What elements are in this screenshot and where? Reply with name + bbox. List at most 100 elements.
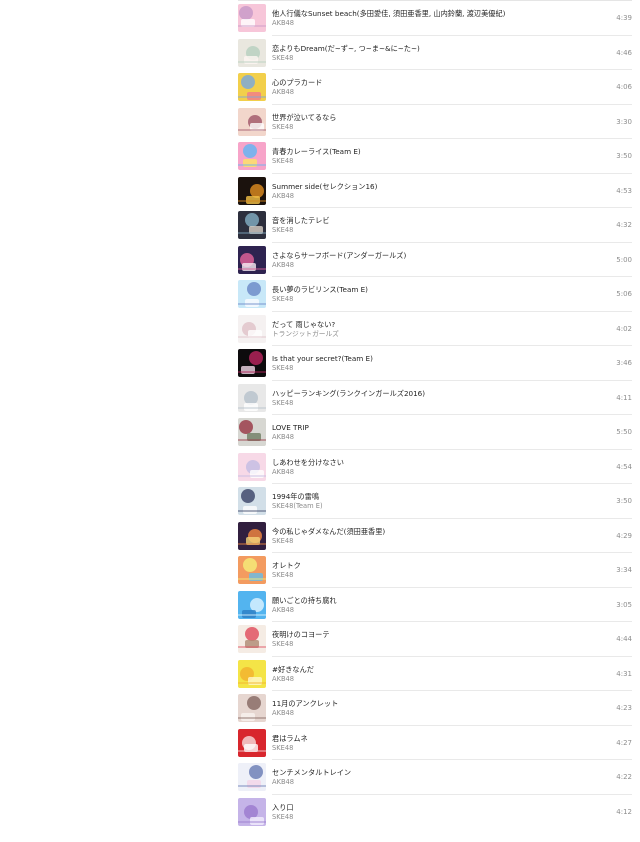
track-row[interactable]: 恋よりもDream(だ~ず~, つ~ま~&に~た~) SKE48 4:46 xyxy=(0,36,640,71)
track-title: ハッピーランキング(ランクインガールズ2016) xyxy=(272,388,426,398)
track-row[interactable]: 1994年の雷鳴 SKE48(Team E) 3:50 xyxy=(0,484,640,519)
track-duration: 4:22 xyxy=(616,773,632,781)
album-art-thumbnail xyxy=(238,418,266,446)
track-duration: 4:32 xyxy=(616,221,632,229)
track-title: 君はラムネ xyxy=(272,733,308,743)
track-row[interactable]: だって 雨じゃない? トランジットガールズ 4:02 xyxy=(0,312,640,347)
track-artist: SKE48 xyxy=(272,295,294,303)
track-title: 他人行儀なSunset beach(多田愛佳, 須田亜香里, 山内鈴蘭, 渡辺美… xyxy=(272,9,506,18)
album-art-thumbnail xyxy=(238,142,266,170)
track-title: 恋よりもDream(だ~ず~, つ~ま~&に~た~) xyxy=(272,43,420,53)
track-title: さよならサーフボード(アンダーガールズ) xyxy=(272,250,407,260)
album-art-thumbnail xyxy=(238,349,266,377)
track-title: 音を消したテレビ xyxy=(272,216,330,225)
track-artist: SKE48 xyxy=(272,364,294,372)
track-artist: SKE48 xyxy=(272,743,294,752)
track-artist: AKB48 xyxy=(272,467,295,476)
track-duration: 4:44 xyxy=(616,635,632,643)
track-row[interactable]: 今の私じゃダメなんだ(須田亜香里) SKE48 4:29 xyxy=(0,519,640,554)
track-title: 1994年の雷鳴 xyxy=(272,492,320,501)
track-list[interactable]: 他人行儀なSunset beach(多田愛佳, 須田亜香里, 山内鈴蘭, 渡辺美… xyxy=(0,1,640,829)
track-row[interactable]: オレトク SKE48 3:34 xyxy=(0,553,640,588)
track-duration: 4:02 xyxy=(616,324,632,333)
track-duration: 4:31 xyxy=(616,669,632,678)
track-row[interactable]: Is that your secret?(Team E) SKE48 3:46 xyxy=(0,346,640,381)
track-artist: SKE48 xyxy=(272,812,294,821)
track-artist: AKB48 xyxy=(272,674,295,683)
track-duration: 3:50 xyxy=(616,152,632,160)
track-title: Summer side(セレクション16) xyxy=(272,181,378,191)
track-row[interactable]: 長い夢のラビリンス(Team E) SKE48 5:06 xyxy=(0,277,640,312)
album-art-thumbnail xyxy=(238,383,266,412)
track-row[interactable]: Summer side(セレクション16) AKB48 4:53 xyxy=(0,174,640,209)
track-duration: 3:46 xyxy=(616,359,632,367)
track-row[interactable]: 夜明けのコヨーテ SKE48 4:44 xyxy=(0,622,640,657)
track-duration: 5:06 xyxy=(616,290,632,298)
track-title: オレトク xyxy=(272,561,301,570)
album-art-thumbnail xyxy=(238,452,266,481)
album-art-thumbnail xyxy=(238,107,266,136)
track-title: 世界が泣いてるなら xyxy=(272,112,337,122)
track-row[interactable]: 他人行儀なSunset beach(多田愛佳, 須田亜香里, 山内鈴蘭, 渡辺美… xyxy=(0,1,640,36)
track-title: 入り口 xyxy=(272,802,294,812)
track-title: 長い夢のラビリンス(Team E) xyxy=(272,285,368,294)
track-row[interactable]: 11月のアンクレット AKB48 4:23 xyxy=(0,691,640,726)
track-artist: AKB48 xyxy=(272,88,295,96)
album-art-thumbnail xyxy=(238,659,266,688)
album-art-thumbnail xyxy=(238,487,266,515)
album-art-thumbnail xyxy=(238,590,266,619)
track-row[interactable]: さよならサーフボード(アンダーガールズ) AKB48 5:00 xyxy=(0,243,640,278)
track-row[interactable]: 世界が泣いてるなら SKE48 3:30 xyxy=(0,105,640,140)
track-artist: SKE48 xyxy=(272,53,294,62)
track-duration: 4:54 xyxy=(616,462,632,471)
album-art-thumbnail xyxy=(238,176,266,205)
track-row[interactable]: 音を消したテレビ SKE48 4:32 xyxy=(0,208,640,243)
track-row[interactable]: 心のプラカード AKB48 4:06 xyxy=(0,70,640,105)
track-row[interactable]: LOVE TRIP AKB48 5:50 xyxy=(0,415,640,450)
track-duration: 4:11 xyxy=(616,393,632,402)
track-artist: SKE48 xyxy=(272,536,294,545)
album-art-thumbnail xyxy=(238,245,266,274)
track-row[interactable]: #好きなんだ AKB48 4:31 xyxy=(0,657,640,692)
track-title: 願いごとの持ち腐れ xyxy=(272,595,337,605)
track-row[interactable]: ハッピーランキング(ランクインガールズ2016) SKE48 4:11 xyxy=(0,381,640,416)
album-art-thumbnail xyxy=(238,38,266,67)
track-artist: SKE48 xyxy=(272,122,294,131)
track-title: #好きなんだ xyxy=(272,664,314,674)
track-duration: 4:06 xyxy=(616,83,632,91)
track-duration: 4:53 xyxy=(616,186,632,195)
track-duration: 5:00 xyxy=(616,255,632,264)
track-title: 心のプラカード xyxy=(272,78,323,87)
album-art-thumbnail xyxy=(238,797,266,826)
track-artist: トランジットガールズ xyxy=(272,329,339,338)
track-artist: AKB48 xyxy=(272,191,295,200)
track-artist: AKB48 xyxy=(272,709,295,717)
track-artist: SKE48 xyxy=(272,157,294,165)
track-title: だって 雨じゃない? xyxy=(272,319,336,329)
album-art-thumbnail xyxy=(238,694,266,722)
track-artist: AKB48 xyxy=(272,778,295,786)
album-art-thumbnail xyxy=(238,521,266,550)
track-artist: SKE48 xyxy=(272,226,294,234)
track-duration: 3:34 xyxy=(616,566,632,574)
track-row[interactable]: センチメンタルトレイン AKB48 4:22 xyxy=(0,760,640,795)
track-row[interactable]: 願いごとの持ち腐れ AKB48 3:05 xyxy=(0,588,640,623)
album-art-thumbnail xyxy=(238,211,266,239)
track-row[interactable]: 青春カレーライス(Team E) SKE48 3:50 xyxy=(0,139,640,174)
track-artist: AKB48 xyxy=(272,260,295,269)
track-duration: 4:27 xyxy=(616,738,632,747)
album-art-thumbnail xyxy=(238,280,266,308)
track-title: 夜明けのコヨーテ xyxy=(272,630,330,639)
album-art-thumbnail xyxy=(238,73,266,101)
track-title: 今の私じゃダメなんだ(須田亜香里) xyxy=(272,526,386,536)
track-row[interactable]: 入り口 SKE48 4:12 xyxy=(0,795,640,830)
track-duration: 4:23 xyxy=(616,704,632,712)
track-title: 青春カレーライス(Team E) xyxy=(272,147,361,156)
album-art-thumbnail xyxy=(238,314,266,343)
track-artist: SKE48 xyxy=(272,398,294,407)
track-duration: 4:29 xyxy=(616,531,632,540)
track-duration: 4:39 xyxy=(616,14,632,22)
track-row[interactable]: しあわせを分けなさい AKB48 4:54 xyxy=(0,450,640,485)
track-title: Is that your secret?(Team E) xyxy=(272,354,373,363)
track-row[interactable]: 君はラムネ SKE48 4:27 xyxy=(0,726,640,761)
